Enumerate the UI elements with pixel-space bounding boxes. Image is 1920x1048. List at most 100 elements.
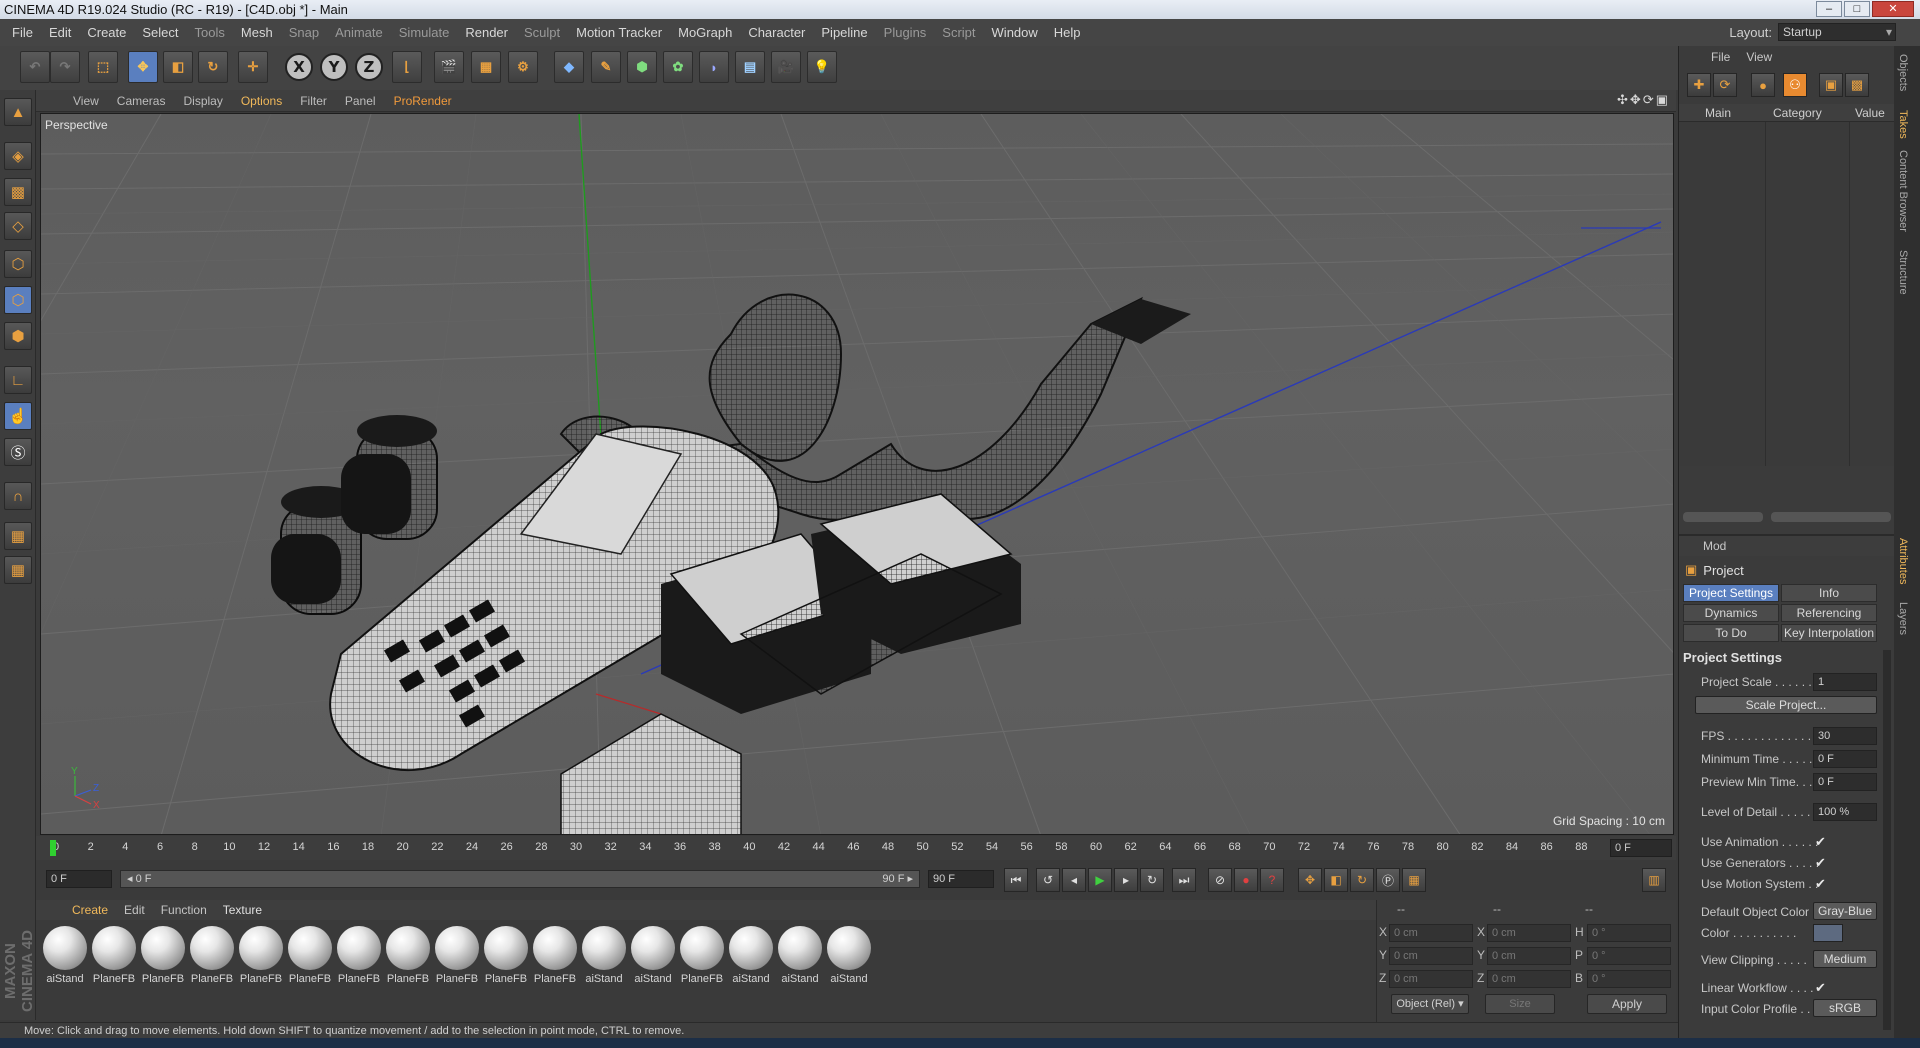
tab-project-settings[interactable]: Project Settings bbox=[1683, 584, 1779, 602]
level-of-detail-field[interactable]: 100 % bbox=[1813, 803, 1877, 821]
side-tab-attributes[interactable]: Attributes bbox=[1897, 538, 1909, 584]
y-axis-lock-button[interactable]: Y bbox=[320, 53, 348, 81]
side-tab-content-browser[interactable]: Content Browser bbox=[1897, 150, 1909, 232]
viewport-menu-view[interactable]: View bbox=[64, 94, 108, 108]
viewport-menu-display[interactable]: Display bbox=[174, 94, 231, 108]
material-swatch[interactable]: PlaneFB bbox=[434, 926, 480, 985]
material-menu-create[interactable]: Create bbox=[64, 903, 116, 917]
menu-character[interactable]: Character bbox=[740, 25, 813, 40]
layout-dropdown[interactable]: Startup bbox=[1778, 23, 1896, 41]
material-swatch[interactable]: aiStand bbox=[826, 926, 872, 985]
material-swatch[interactable]: aiStand bbox=[630, 926, 676, 985]
rotation-b-field[interactable]: 0 ° bbox=[1587, 970, 1671, 988]
position-key-icon[interactable]: ✥ bbox=[1298, 868, 1322, 892]
object-list-hscrollbar[interactable] bbox=[1683, 512, 1763, 522]
viewport-navigation-icons[interactable]: ✣✥⟳▣ bbox=[1617, 92, 1670, 108]
size-mode-select[interactable]: Size bbox=[1485, 994, 1555, 1014]
menu-help[interactable]: Help bbox=[1046, 25, 1089, 40]
scale-project-button[interactable]: Scale Project... bbox=[1695, 696, 1877, 714]
close-button[interactable]: ✕ bbox=[1872, 1, 1914, 17]
redo-icon[interactable]: ↷ bbox=[50, 51, 80, 83]
material-swatch[interactable]: PlaneFB bbox=[532, 926, 578, 985]
position-z-field[interactable]: 0 cm bbox=[1389, 970, 1473, 988]
menu-tools[interactable]: Tools bbox=[187, 25, 233, 40]
floor-icon[interactable]: ▤ bbox=[735, 51, 765, 83]
column-value[interactable]: Value bbox=[1855, 106, 1885, 120]
new-take-icon[interactable]: ✚ bbox=[1687, 73, 1711, 97]
column-main[interactable]: Main bbox=[1705, 106, 1731, 120]
viewport-menu-panel[interactable]: Panel bbox=[336, 94, 385, 108]
material-menu-edit[interactable]: Edit bbox=[116, 903, 153, 917]
size-x-field[interactable]: 0 cm bbox=[1487, 924, 1571, 942]
camera-icon[interactable]: 🎥 bbox=[771, 51, 801, 83]
timeline-ruler[interactable]: 0 2 4 6 8 10 12 14 16 18 20 22 24 26 28 30 32 34 36 38 40 42 4… bbox=[36, 836, 1676, 860]
tab-dynamics[interactable]: Dynamics bbox=[1683, 604, 1779, 622]
size-z-field[interactable]: 0 cm bbox=[1487, 970, 1571, 988]
point-level-key-icon[interactable]: ▦ bbox=[1402, 868, 1426, 892]
tab-info[interactable]: Info bbox=[1781, 584, 1877, 602]
takes-hscrollbar[interactable] bbox=[1771, 512, 1891, 522]
size-y-field[interactable]: 0 cm bbox=[1487, 947, 1571, 965]
render-settings-icon[interactable]: ⚙ bbox=[508, 51, 538, 83]
timeline-window-icon[interactable]: ▥ bbox=[1642, 868, 1666, 892]
model-mode-icon[interactable]: ◈ bbox=[4, 142, 32, 170]
menu-file[interactable]: File bbox=[4, 25, 41, 40]
render-take-icon[interactable]: ▣ bbox=[1819, 73, 1843, 97]
deformer-icon[interactable]: ◗ bbox=[699, 51, 729, 83]
material-swatch[interactable]: aiStand bbox=[42, 926, 88, 985]
tab-referencing[interactable]: Referencing bbox=[1781, 604, 1877, 622]
color-swatch[interactable] bbox=[1813, 924, 1843, 942]
menu-plugins[interactable]: Plugins bbox=[876, 25, 935, 40]
rotate-tool-icon[interactable]: ↻ bbox=[198, 51, 228, 83]
rotation-h-field[interactable]: 0 ° bbox=[1587, 924, 1671, 942]
apply-button[interactable]: Apply bbox=[1587, 994, 1667, 1014]
coordinate-mode-select[interactable]: Object (Rel) ▾ bbox=[1391, 994, 1469, 1014]
workplane-lock-icon[interactable]: ▦ bbox=[4, 522, 32, 550]
menu-simulate[interactable]: Simulate bbox=[391, 25, 458, 40]
side-tab-objects[interactable]: Objects bbox=[1897, 54, 1909, 91]
column-category[interactable]: Category bbox=[1773, 106, 1822, 120]
position-x-field[interactable]: 0 cm bbox=[1389, 924, 1473, 942]
menu-pipeline[interactable]: Pipeline bbox=[813, 25, 875, 40]
scale-key-icon[interactable]: ◧ bbox=[1324, 868, 1348, 892]
material-swatch[interactable]: PlaneFB bbox=[679, 926, 725, 985]
planar-workplane-icon[interactable]: ▦ bbox=[4, 556, 32, 584]
scale-tool-icon[interactable]: ◧ bbox=[163, 51, 193, 83]
side-tab-takes[interactable]: Takes bbox=[1897, 110, 1909, 139]
use-generators-checkbox[interactable]: ✔ bbox=[1815, 855, 1826, 871]
menu-create[interactable]: Create bbox=[79, 25, 134, 40]
perspective-viewport[interactable]: Y Z X Perspective Grid Spacing : 10 cm bbox=[40, 113, 1674, 835]
menu-animate[interactable]: Animate bbox=[327, 25, 391, 40]
menu-render[interactable]: Render bbox=[457, 25, 516, 40]
next-key-icon[interactable]: ↻ bbox=[1140, 868, 1164, 892]
playhead[interactable] bbox=[50, 840, 56, 856]
solo-mode-icon[interactable]: Ⓢ bbox=[4, 438, 32, 466]
go-to-start-icon[interactable]: ⏮ bbox=[1004, 868, 1028, 892]
menu-snap[interactable]: Snap bbox=[281, 25, 327, 40]
snap-icon[interactable]: ∩ bbox=[4, 482, 32, 510]
rotation-key-icon[interactable]: ↻ bbox=[1350, 868, 1374, 892]
z-axis-lock-button[interactable]: Z bbox=[355, 53, 383, 81]
menu-mograph[interactable]: MoGraph bbox=[670, 25, 740, 40]
side-tab-layers[interactable]: Layers bbox=[1897, 602, 1909, 635]
pen-spline-icon[interactable]: ✎ bbox=[591, 51, 621, 83]
end-frame-field[interactable]: 90 F bbox=[928, 870, 994, 888]
axis-mode-icon[interactable]: ∟ bbox=[4, 366, 32, 394]
x-axis-lock-button[interactable]: X bbox=[285, 53, 313, 81]
record-active-objects-icon[interactable]: ⊘ bbox=[1208, 868, 1232, 892]
next-frame-icon[interactable]: ▸ bbox=[1114, 868, 1138, 892]
material-swatch[interactable]: PlaneFB bbox=[385, 926, 431, 985]
material-swatch[interactable]: aiStand bbox=[728, 926, 774, 985]
material-swatch[interactable]: PlaneFB bbox=[238, 926, 284, 985]
tab-key-interpolation[interactable]: Key Interpolation bbox=[1781, 624, 1877, 642]
keyframe-selection-icon[interactable]: ? bbox=[1260, 868, 1284, 892]
menu-mesh[interactable]: Mesh bbox=[233, 25, 281, 40]
position-y-field[interactable]: 0 cm bbox=[1389, 947, 1473, 965]
viewport-menu-prorender[interactable]: ProRender bbox=[385, 94, 461, 108]
preview-range-slider[interactable]: ◂ 0 F 90 F ▸ bbox=[120, 870, 920, 888]
fps-field[interactable]: 30 bbox=[1813, 727, 1877, 745]
points-mode-icon[interactable]: ⬡ bbox=[4, 250, 32, 278]
material-swatch[interactable]: PlaneFB bbox=[483, 926, 529, 985]
material-swatch[interactable]: PlaneFB bbox=[140, 926, 186, 985]
edges-mode-icon[interactable]: ⬡ bbox=[4, 286, 32, 314]
